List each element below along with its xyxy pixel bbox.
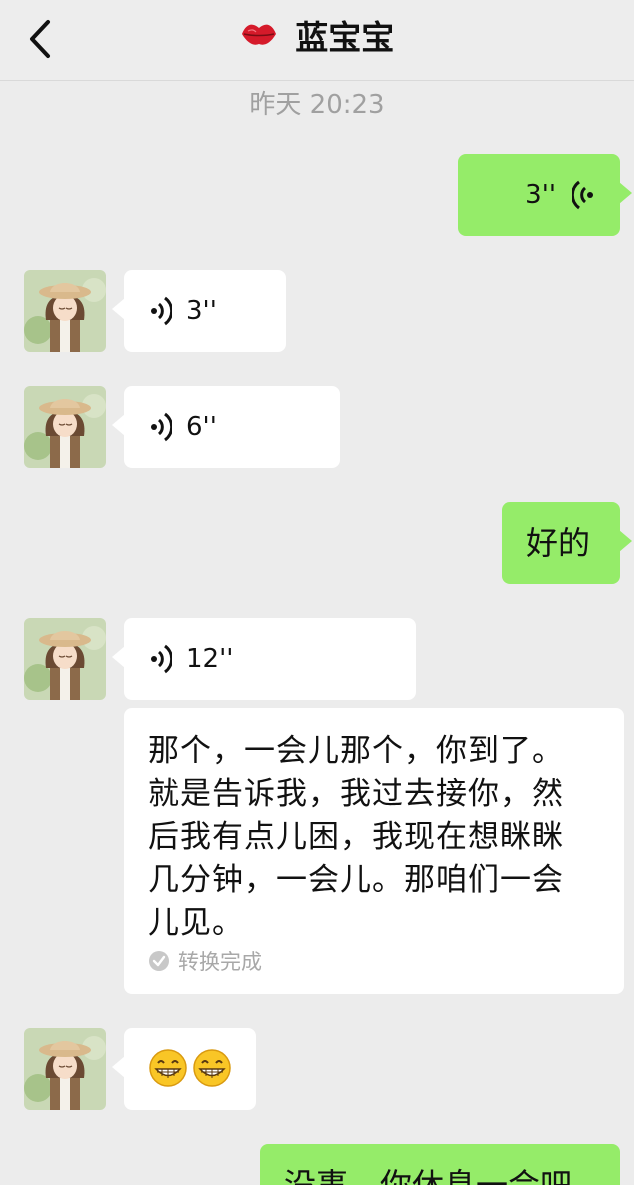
bubble-tail [112, 298, 125, 320]
voice-message-self[interactable]: 3'' [458, 154, 632, 236]
avatar[interactable] [24, 618, 106, 700]
bubble-tail [619, 182, 632, 204]
transcript-text: 那个，一会儿那个，你到了。 就是告诉我，我过去接你，然 后我有点儿困，我现在想眯… [124, 708, 624, 945]
voice-duration: 12'' [186, 644, 234, 674]
text-message-self[interactable]: 没事，你休息一会吧 [260, 1144, 620, 1185]
voice-wave-icon [151, 644, 172, 674]
avatar[interactable] [24, 386, 106, 468]
transcript-line: 儿见。 [148, 905, 244, 941]
text-message-self[interactable]: 好的 [502, 502, 632, 584]
transcript-status-label: 转换完成 [178, 950, 262, 974]
bubble-tail [112, 1056, 125, 1078]
transcript-status: 转换完成 [148, 946, 262, 976]
message-text: 没事，你休息一会吧 [284, 1166, 573, 1185]
chat-header: 蓝宝宝 [0, 0, 634, 81]
voice-message-other[interactable]: 12'' [112, 618, 416, 700]
emoji-message-other[interactable] [112, 1028, 256, 1110]
message-timestamp: 昨天 20:23 [249, 90, 385, 120]
voice-message-other[interactable]: 3'' [112, 270, 286, 352]
check-circle-icon [149, 951, 169, 971]
voice-duration: 3'' [525, 180, 556, 210]
bubble-tail [112, 414, 125, 436]
bubble-tail [112, 646, 125, 668]
voice-duration: 6'' [186, 412, 217, 442]
avatar[interactable] [24, 1028, 106, 1110]
chat-title: 蓝宝宝 [0, 18, 634, 60]
message-text: 好的 [526, 524, 591, 562]
chat-screen: 蓝宝宝 昨天 20:23 3'' 3'' 6'' 好的 12'' 那个，一会儿那… [0, 0, 634, 1185]
transcript-line: 后我有点儿困，我现在想眯眯 [148, 819, 564, 855]
kiss-lips-icon [240, 17, 278, 57]
voice-wave-icon [572, 180, 593, 210]
grin-emoji-icon [193, 1049, 231, 1087]
transcript-line: 那个，一会儿那个，你到了。 [148, 733, 564, 769]
grin-emoji-icon [149, 1049, 187, 1087]
voice-transcript[interactable]: 那个，一会儿那个，你到了。 就是告诉我，我过去接你，然 后我有点儿困，我现在想眯… [124, 708, 624, 994]
avatar[interactable] [24, 270, 106, 352]
transcript-line: 几分钟，一会儿。那咱们一会 [148, 862, 564, 898]
contact-name: 蓝宝宝 [295, 18, 395, 57]
voice-message-other[interactable]: 6'' [112, 386, 340, 468]
transcript-line: 就是告诉我，我过去接你，然 [148, 776, 564, 812]
voice-duration: 3'' [186, 296, 217, 326]
voice-wave-icon [151, 412, 172, 442]
voice-wave-icon [151, 296, 172, 326]
bubble-tail [619, 530, 632, 552]
